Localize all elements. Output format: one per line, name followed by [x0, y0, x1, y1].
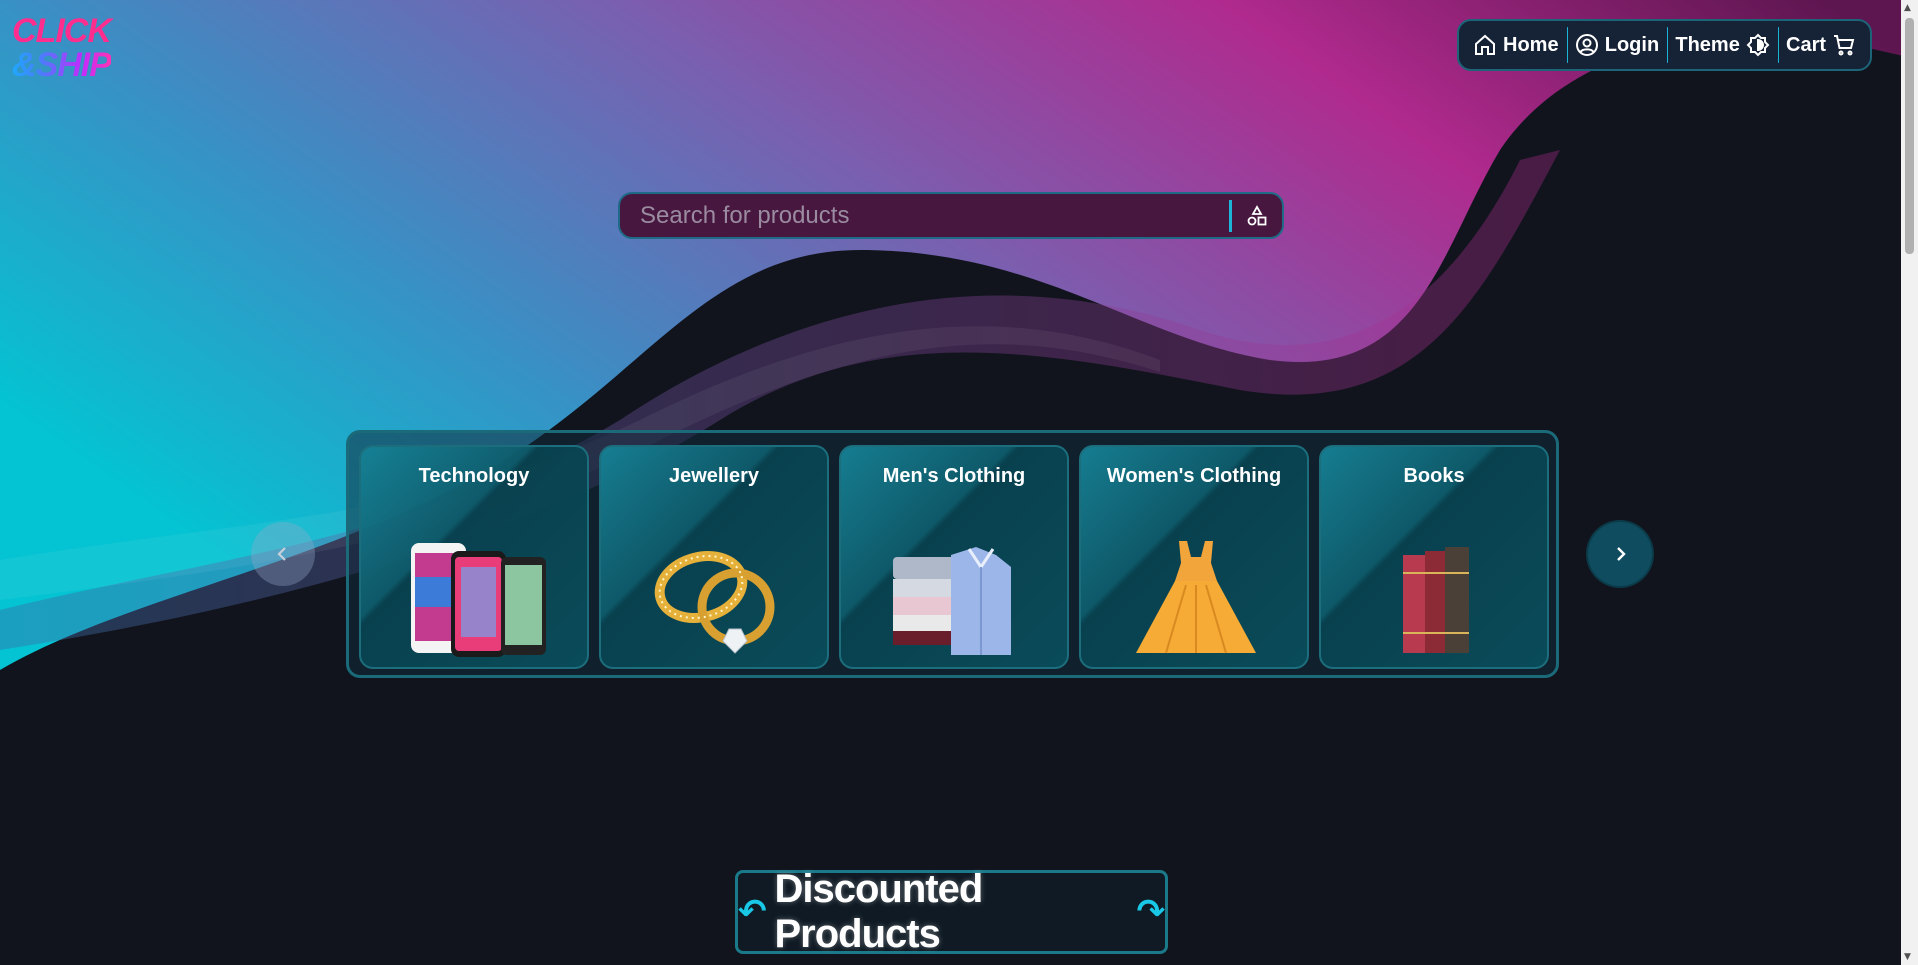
nav-login[interactable]: Login: [1567, 27, 1667, 63]
redo-arrow-icon: ↷: [1136, 892, 1166, 932]
logo-line-1: CLICK: [12, 12, 112, 50]
search-input[interactable]: [620, 194, 1229, 237]
scroll-up-arrow-icon[interactable]: ▲: [1904, 3, 1911, 13]
rings-image: [654, 551, 775, 654]
theme-toggle-icon: [1746, 33, 1770, 57]
books-image: [1403, 547, 1469, 653]
scrollbar-thumb[interactable]: [1905, 18, 1914, 254]
category-label: Men's Clothing: [882, 465, 1026, 487]
scroll-down-arrow-icon[interactable]: ▼: [1904, 952, 1911, 962]
category-card-womens-clothing[interactable]: Women's Clothing: [1079, 445, 1309, 669]
category-card-technology[interactable]: Technology: [359, 445, 589, 669]
carousel-prev-button[interactable]: [251, 522, 315, 586]
chevron-left-icon: [277, 547, 286, 561]
category-carousel: Technology Jewellery Men's Clothing Wome…: [346, 430, 1559, 678]
click-and-ship-logo[interactable]: CLICK &SHIP: [8, 10, 158, 90]
top-navigation: Home Login Theme Cart: [1457, 19, 1872, 71]
shapes-filter-icon: [1247, 204, 1267, 225]
category-label: Women's Clothing: [1106, 465, 1282, 487]
category-label: Books: [1403, 465, 1465, 487]
category-label: Jewellery: [668, 465, 760, 487]
nav-cart-label: Cart: [1786, 33, 1827, 56]
shirts-image: [893, 547, 1011, 655]
logo-line-2: &SHIP: [12, 46, 112, 84]
search-bar: [618, 192, 1284, 239]
nav-theme[interactable]: Theme: [1667, 27, 1777, 63]
user-circle-icon: [1575, 34, 1598, 56]
nav-cart[interactable]: Cart: [1778, 27, 1864, 63]
chevron-right-icon: [1617, 547, 1626, 561]
category-card-books[interactable]: Books: [1319, 445, 1549, 669]
category-card-jewellery[interactable]: Jewellery: [599, 445, 829, 669]
carousel-next-button[interactable]: [1588, 522, 1652, 586]
nav-home[interactable]: Home: [1465, 27, 1567, 63]
dress-image: [1136, 541, 1256, 654]
discounted-products-header: ↶ Discounted Products ↷: [735, 867, 1168, 956]
cart-icon: [1834, 35, 1855, 56]
discounted-products-title: Discounted Products: [774, 867, 984, 956]
nav-home-label: Home: [1503, 33, 1559, 56]
nav-login-label: Login: [1604, 33, 1660, 56]
category-card-mens-clothing[interactable]: Men's Clothing: [839, 445, 1069, 669]
smartphones-image: [411, 543, 546, 657]
filter-button[interactable]: [1232, 204, 1282, 228]
nav-theme-label: Theme: [1675, 33, 1740, 56]
page-scrollbar[interactable]: ▲ ▼: [1901, 0, 1918, 965]
undo-arrow-icon: ↶: [738, 892, 767, 932]
category-label: Technology: [418, 465, 530, 487]
home-icon: [1475, 34, 1495, 55]
